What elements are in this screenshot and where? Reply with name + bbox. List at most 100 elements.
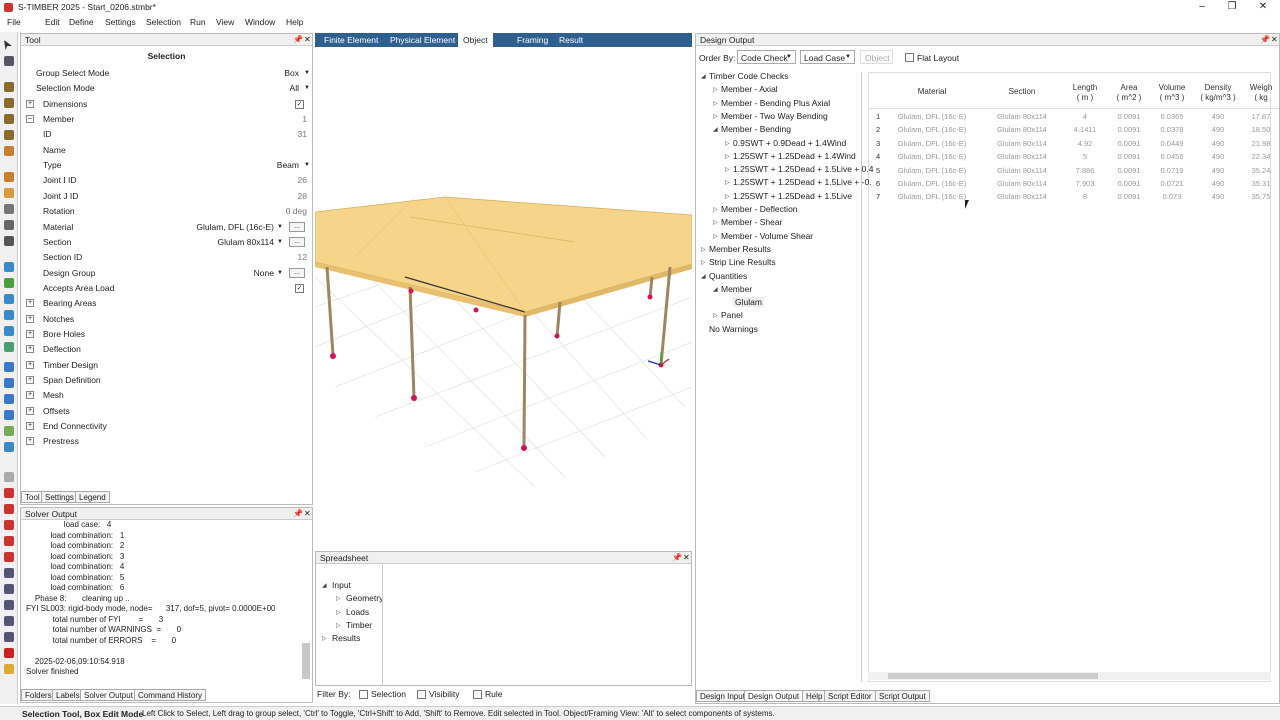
table-cell[interactable]: Glulam 80x114 [982, 152, 1062, 161]
supports[interactable] [330, 288, 664, 452]
property-row[interactable]: + Span Definition [21, 373, 312, 388]
table-cell[interactable]: 0.0719 [1152, 166, 1192, 175]
load-case-icon[interactable] [4, 426, 14, 436]
framing-tool-icon[interactable] [4, 204, 14, 214]
table-cell[interactable]: Glulam, DFL (16c-E) [887, 166, 977, 175]
flat-layout-checkbox[interactable] [905, 53, 914, 62]
point-load-icon[interactable] [4, 342, 14, 352]
expand-icon[interactable]: + [26, 406, 34, 415]
table-cell[interactable]: 18.50 [1246, 125, 1276, 134]
tree-toggle-icon[interactable]: ◢ [322, 582, 327, 589]
chevron-down-icon[interactable]: ▼ [277, 270, 283, 276]
menu-view[interactable]: View [216, 17, 234, 27]
tree-toggle-icon[interactable]: ▷ [713, 206, 718, 213]
table-cell[interactable]: Glulam, DFL (16c-E) [887, 179, 977, 188]
tree-toggle-icon[interactable]: ▷ [713, 100, 718, 107]
table-cell[interactable]: 4.1411 [1065, 125, 1105, 134]
design-tree-item[interactable]: 1.25SWT + 1.25Dead + 1.5Live + -0. [733, 177, 872, 187]
zoom-in-icon[interactable] [4, 584, 14, 594]
prop-value[interactable]: Box [284, 68, 299, 78]
table-cell[interactable]: 490 [1196, 112, 1241, 121]
tab-folders[interactable]: Folders [21, 689, 56, 701]
table-cell[interactable]: 8 [1065, 192, 1105, 201]
chevron-down-icon[interactable]: ▼ [304, 162, 310, 168]
property-row[interactable]: + Notches [21, 312, 312, 327]
stop-icon[interactable] [4, 648, 14, 658]
table-cell[interactable]: 0.0091 [1109, 166, 1149, 175]
tree-toggle-icon[interactable]: ▷ [725, 193, 730, 200]
property-row[interactable]: + End Connectivity [21, 419, 312, 434]
beam-tool-icon[interactable] [4, 98, 14, 108]
column-header[interactable]: Section [982, 87, 1062, 97]
tab-design-input[interactable]: Design Input [696, 690, 749, 702]
design-tree-item[interactable]: 1.25SWT + 1.25Dead + 1.5Live [733, 191, 852, 201]
tree-toggle-icon[interactable]: ▷ [336, 595, 341, 602]
property-row[interactable]: Joint I ID 26 [21, 173, 312, 188]
prop-checkbox[interactable]: ✓ [295, 283, 304, 293]
design-tree-item[interactable]: Quantities [709, 271, 747, 281]
tree-toggle-icon[interactable]: ◢ [701, 273, 706, 280]
column-header[interactable]: Density ( kg/m^3 ) [1196, 83, 1241, 103]
property-row[interactable]: Material Glulam, DFL (16c-E) ▼... [21, 220, 312, 235]
prop-value[interactable]: 12 [298, 252, 307, 262]
menu-settings[interactable]: Settings [105, 17, 136, 27]
expand-icon[interactable]: – [26, 115, 34, 124]
browse-button[interactable]: ... [289, 236, 305, 247]
browse-button[interactable]: ... [289, 267, 305, 278]
column-header[interactable]: Material [887, 87, 977, 97]
property-row[interactable]: Group Select Mode Box ▼ [21, 66, 312, 81]
table-cell[interactable]: 0.073 [1152, 192, 1192, 201]
pin-icon[interactable]: 📌 [293, 34, 303, 46]
tab-help[interactable]: Help [802, 690, 827, 702]
tree-toggle-icon[interactable]: ▷ [725, 140, 730, 147]
visibility-filter-checkbox[interactable] [417, 690, 426, 699]
table-cell[interactable]: Glulam, DFL (16c-E) [887, 192, 977, 201]
chevron-down-icon[interactable]: ▼ [277, 239, 283, 245]
design-tree-item[interactable]: 1.25SWT + 1.25Dead + 1.5Live + 0.4 [733, 164, 873, 174]
table-cell[interactable]: Glulam 80x114 [982, 139, 1062, 148]
brace-tool-icon[interactable] [4, 114, 14, 124]
view-iso-icon[interactable] [4, 520, 14, 530]
zoom-out-icon[interactable] [4, 600, 14, 610]
prop-value[interactable]: 28 [298, 191, 307, 201]
wall-tool-icon[interactable] [4, 188, 14, 198]
tab-physical-element[interactable]: Physical Element [390, 35, 455, 45]
node-tool-icon[interactable] [4, 56, 14, 66]
table-cell[interactable]: Glulam 80x114 [982, 166, 1062, 175]
tree-item[interactable]: Geometry [346, 593, 383, 603]
property-row[interactable]: + Bearing Areas [21, 296, 312, 311]
table-cell[interactable]: Glulam 80x114 [982, 179, 1062, 188]
rule-filter-checkbox[interactable] [473, 690, 482, 699]
lightbulb-icon[interactable] [4, 664, 14, 674]
design-tree-item[interactable]: Member - Bending [721, 124, 791, 134]
tree-toggle-icon[interactable]: ◢ [701, 73, 706, 80]
expand-icon[interactable]: + [26, 437, 34, 446]
zoom-icon[interactable] [4, 568, 14, 578]
expand-icon[interactable]: + [26, 329, 34, 338]
tree-item[interactable]: Input [332, 580, 351, 590]
table-cell[interactable]: 490 [1196, 166, 1241, 175]
property-row[interactable]: Type Beam ▼ [21, 158, 312, 173]
prop-value[interactable]: 0 deg [286, 206, 307, 216]
table-cell[interactable]: 0.0091 [1109, 179, 1149, 188]
design-tree-item[interactable]: Member - Shear [721, 217, 782, 227]
horizontal-scrollbar[interactable] [868, 672, 1271, 680]
property-row[interactable]: Section Glulam 80x114 ▼... [21, 235, 312, 250]
browse-button[interactable]: ... [289, 221, 305, 232]
temperature-icon[interactable] [4, 410, 14, 420]
table-cell[interactable]: 22.34 [1246, 152, 1276, 161]
tree-toggle-icon[interactable]: ▷ [713, 312, 718, 319]
design-tree-item[interactable]: Glulam [733, 297, 764, 308]
curve-tool-icon[interactable] [4, 130, 14, 140]
design-tree-item[interactable]: Panel [721, 310, 743, 320]
prop-value[interactable]: None [254, 268, 274, 278]
design-tree-item[interactable]: Member - Bending Plus Axial [721, 98, 830, 108]
property-row[interactable]: + Dimensions ✓ [21, 97, 312, 112]
view-top-icon[interactable] [4, 488, 14, 498]
table-cell[interactable]: 0.0456 [1152, 152, 1192, 161]
table-cell[interactable]: 0.0378 [1152, 125, 1192, 134]
3d-viewport[interactable]: Finite Element Physical Element Object F… [315, 33, 692, 550]
roof-slab[interactable] [315, 196, 692, 317]
table-cell[interactable]: 490 [1196, 192, 1241, 201]
table-cell[interactable]: 0.0091 [1109, 112, 1149, 121]
